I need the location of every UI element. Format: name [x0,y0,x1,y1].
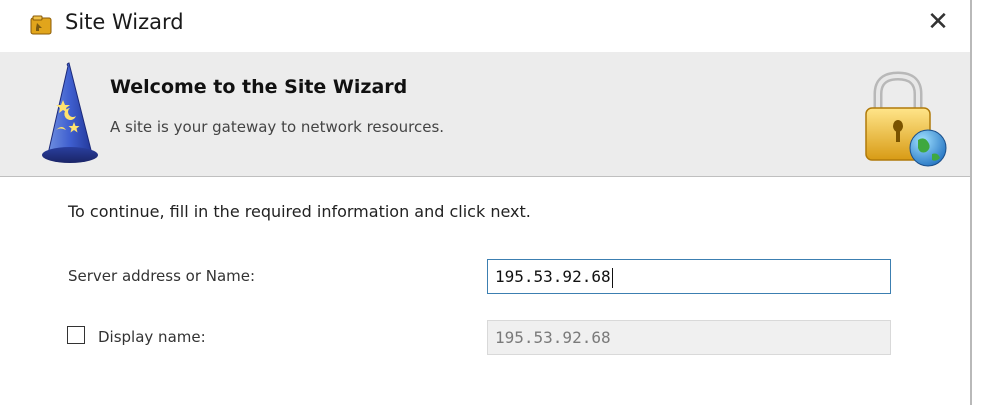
text-caret [611,267,613,288]
close-icon[interactable]: ✕ [927,7,949,37]
display-name-value: 195.53.92.68 [495,328,611,347]
display-name-checkbox[interactable] [67,326,85,344]
header-banner: Welcome to the Site Wizard A site is you… [0,52,970,177]
server-address-input[interactable]: 195.53.92.68 [487,259,891,294]
window-border [970,0,972,405]
display-name-label: Display name: [98,328,206,346]
server-address-label: Server address or Name: [68,267,256,285]
header-subtitle: A site is your gateway to network resour… [110,118,445,136]
display-name-input[interactable]: 195.53.92.68 [487,320,891,355]
site-wizard-window: Site Wizard ✕ Welcome to the Site Wizard… [0,0,970,405]
padlock-globe-icon [858,70,950,170]
header-title: Welcome to the Site Wizard [110,76,408,98]
site-wizard-app-icon [30,14,54,36]
window-title: Site Wizard [65,10,184,34]
wizard-hat-icon [40,62,104,166]
server-address-value[interactable]: 195.53.92.68 [495,267,611,286]
title-bar: Site Wizard ✕ [0,0,970,52]
instructions-text: To continue, fill in the required inform… [68,202,531,221]
close-button[interactable]: ✕ [918,2,958,42]
